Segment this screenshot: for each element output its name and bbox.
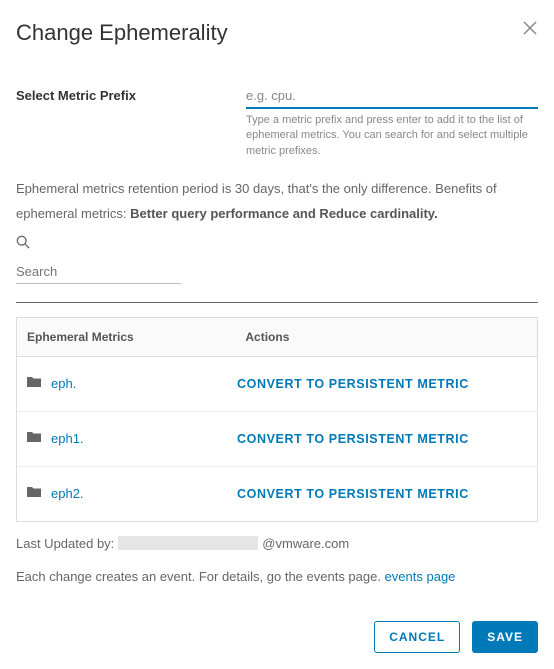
description-text: Ephemeral metrics retention period is 30… [16,177,538,226]
events-page-link[interactable]: events page [385,569,456,584]
prefix-helper-text: Type a metric prefix and press enter to … [246,113,538,159]
search-icon[interactable] [16,235,538,254]
search-input[interactable] [16,260,181,284]
column-header-metrics: Ephemeral Metrics [17,318,235,356]
metric-name-link[interactable]: eph2. [51,486,84,501]
updated-suffix: @vmware.com [262,536,349,551]
folder-icon [27,485,41,503]
prefix-label: Select Metric Prefix [16,86,246,159]
metric-name-link[interactable]: eph. [51,376,76,391]
folder-icon [27,375,41,393]
metric-prefix-input[interactable] [246,86,538,109]
last-updated-by: Last Updated by: @vmware.com [16,536,538,551]
events-note-text: Each change creates an event. For detail… [16,569,385,584]
dialog-title: Change Ephemerality [16,20,228,46]
description-bold: Better query performance and Reduce card… [130,206,438,221]
ephemeral-metrics-table: Ephemeral Metrics Actions eph. CONVERT T… [16,317,538,522]
metric-name-link[interactable]: eph1. [51,431,84,446]
save-button[interactable]: SAVE [472,621,538,653]
table-row: eph2. CONVERT TO PERSISTENT METRIC [17,467,537,521]
table-row: eph. CONVERT TO PERSISTENT METRIC [17,357,537,412]
convert-to-persistent-button[interactable]: CONVERT TO PERSISTENT METRIC [237,377,469,391]
divider [16,302,538,303]
column-header-actions: Actions [235,318,537,356]
folder-icon [27,430,41,448]
convert-to-persistent-button[interactable]: CONVERT TO PERSISTENT METRIC [237,487,469,501]
redacted-user [118,536,258,550]
table-row: eph1. CONVERT TO PERSISTENT METRIC [17,412,537,467]
close-icon[interactable] [522,20,538,39]
convert-to-persistent-button[interactable]: CONVERT TO PERSISTENT METRIC [237,432,469,446]
updated-prefix: Last Updated by: [16,536,114,551]
cancel-button[interactable]: CANCEL [374,621,460,653]
events-note: Each change creates an event. For detail… [16,569,538,584]
